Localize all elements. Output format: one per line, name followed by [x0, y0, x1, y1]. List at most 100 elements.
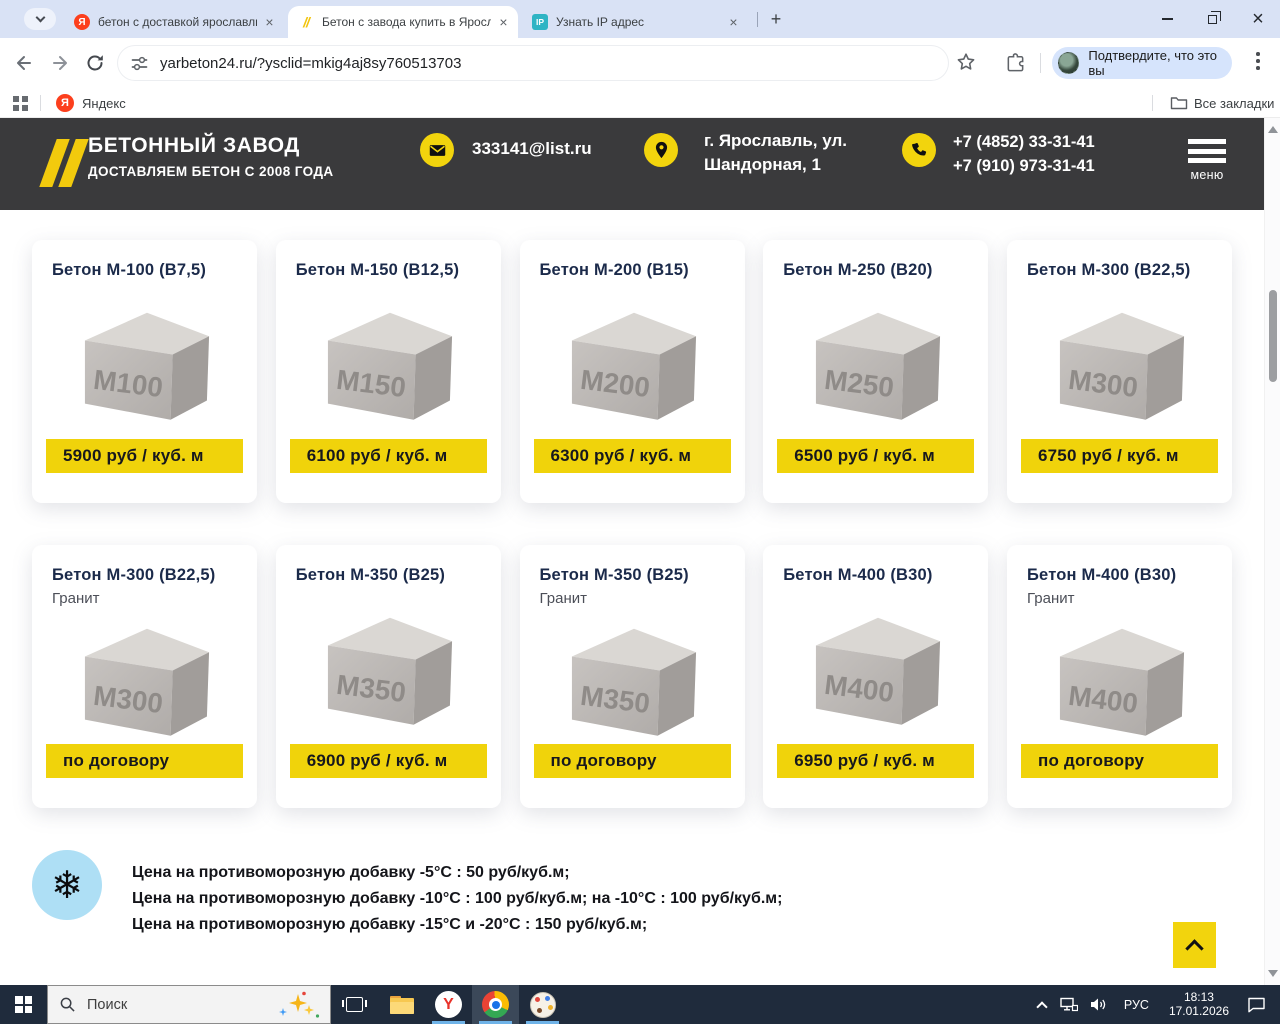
- product-title: Бетон М-400 (В30): [783, 566, 933, 584]
- product-card[interactable]: Бетон М-350 (В25) Гранит М350 по договору: [519, 545, 745, 808]
- system-tray: РУС 18:13 17.01.2026: [1030, 985, 1280, 1024]
- product-card[interactable]: Бетон М-100 (В7,5) М100 5900 руб / куб. м: [32, 240, 257, 503]
- location-pin-icon: [644, 133, 678, 167]
- extensions-puzzle-icon[interactable]: [1005, 52, 1026, 73]
- start-button[interactable]: [0, 985, 47, 1024]
- tab-search-button[interactable]: [24, 8, 56, 30]
- chrome-button[interactable]: [472, 985, 519, 1024]
- folder-icon: [1170, 97, 1188, 110]
- price-tag: 6750 руб / куб. м: [1021, 439, 1218, 473]
- product-card[interactable]: Бетон М-150 (В12,5) М150 6100 руб / куб. м: [275, 240, 501, 503]
- scrollbar-thumb[interactable]: [1269, 290, 1277, 382]
- note-line: Цена на противоморозную добавку -10°С : …: [132, 890, 783, 907]
- product-card[interactable]: Бетон М-350 (В25) М350 6900 руб / куб. м: [275, 545, 501, 808]
- network-icon: [1060, 997, 1078, 1012]
- window-minimize-button[interactable]: [1145, 0, 1189, 38]
- scrollbar-down-arrow[interactable]: [1268, 970, 1278, 977]
- phone-number-1[interactable]: +7 (4852) 33-31-41: [953, 130, 1095, 154]
- email-icon: [420, 133, 454, 167]
- task-view-icon: [342, 997, 367, 1012]
- bookmarks-divider: [1152, 95, 1153, 111]
- language-indicator[interactable]: РУС: [1114, 985, 1159, 1024]
- tab-title: Узнать IP адрес: [556, 15, 645, 29]
- tab-close-icon[interactable]: ×: [725, 14, 742, 31]
- paint-button[interactable]: [519, 985, 566, 1024]
- product-card[interactable]: Бетон М-300 (В22,5) Гранит М300 по договору: [32, 545, 257, 808]
- new-tab-button[interactable]: +: [764, 8, 788, 32]
- product-title: Бетон М-100 (В7,5): [52, 261, 207, 279]
- site-settings-icon[interactable]: [131, 55, 148, 72]
- profile-avatar: [1058, 52, 1080, 74]
- action-center-button[interactable]: [1239, 985, 1280, 1024]
- tray-date: 17.01.2026: [1168, 1003, 1229, 1018]
- hamburger-menu-button[interactable]: меню: [1188, 139, 1226, 182]
- bookmark-yandex[interactable]: Яндекс: [82, 96, 126, 111]
- browser-tab-2-active[interactable]: // Бетон с завода купить в Яросл ×: [288, 6, 518, 38]
- header-address: г. Ярославль, ул. Шандорная, 1: [704, 129, 847, 177]
- back-icon[interactable]: [14, 53, 34, 73]
- scroll-to-top-button[interactable]: [1173, 922, 1216, 968]
- window-close-button[interactable]: ×: [1236, 0, 1280, 38]
- url-text[interactable]: yarbeton24.ru/?ysclid=mkig4aj8sy76051370…: [160, 55, 461, 72]
- apps-grid-icon[interactable]: [13, 96, 28, 111]
- tab-title: Бетон с завода купить в Яросл: [322, 15, 491, 29]
- product-title: Бетон М-150 (В12,5): [295, 261, 460, 279]
- all-bookmarks-button[interactable]: Все закладки: [1194, 96, 1274, 111]
- product-card[interactable]: Бетон М-200 (В15) М200 6300 руб / куб. м: [519, 240, 745, 503]
- tab-close-icon[interactable]: ×: [261, 14, 278, 31]
- task-view-button[interactable]: [331, 985, 378, 1024]
- file-explorer-button[interactable]: [378, 985, 425, 1024]
- tab-title: бетон с доставкой ярославль: [98, 15, 257, 29]
- windows-logo-icon: [15, 996, 32, 1013]
- price-tag: 5900 руб / куб. м: [46, 439, 243, 473]
- network-tray-button[interactable]: [1054, 985, 1084, 1024]
- product-title: Бетон М-350 (В25): [295, 566, 446, 584]
- product-card[interactable]: Бетон М-300 (В22,5) М300 6750 руб / куб. м: [1007, 240, 1232, 503]
- browser-tab-3[interactable]: IP Узнать IP адрес ×: [522, 6, 748, 38]
- product-title: Бетон М-200 (В15): [539, 261, 689, 279]
- clock[interactable]: 18:13 17.01.2026: [1159, 985, 1239, 1024]
- phone-number-2[interactable]: +7 (910) 973-31-41: [953, 154, 1095, 178]
- product-card[interactable]: Бетон М-250 (В20) М250 6500 руб / куб. м: [763, 240, 989, 503]
- products-row-1: Бетон М-100 (В7,5) М100 5900 руб / куб. мБ…: [32, 240, 1232, 503]
- note-lines: Цена на противоморозную добавку -5°С : 5…: [132, 850, 782, 938]
- notification-icon: [1248, 997, 1265, 1012]
- bookmarks-bar: Я Яндекс Все закладки: [0, 88, 1280, 118]
- product-card[interactable]: Бетон М-400 (В30) Гранит М400 по договору: [1007, 545, 1232, 808]
- volume-tray-button[interactable]: [1084, 985, 1114, 1024]
- address-bar[interactable]: yarbeton24.ru/?ysclid=mkig4aj8sy76051370…: [118, 46, 948, 80]
- bookmark-star-icon[interactable]: [956, 52, 976, 72]
- identity-confirm-button[interactable]: Подтвердите, что это вы: [1052, 47, 1232, 79]
- price-tag: по договору: [1021, 744, 1218, 778]
- page-content: Бетон М-100 (В7,5) М100 5900 руб / куб. мБ…: [0, 210, 1264, 985]
- product-card[interactable]: Бетон М-400 (В30) М400 6950 руб / куб. м: [763, 545, 989, 808]
- yandex-bookmark-icon: Я: [56, 94, 74, 112]
- price-tag: 6300 руб / куб. м: [533, 439, 731, 473]
- chrome-icon: [482, 991, 509, 1018]
- price-tag: 6900 руб / куб. м: [289, 744, 487, 778]
- taskbar-search-box[interactable]: Поиск: [47, 985, 331, 1024]
- note-line: Цена на противоморозную добавку -5°С : 5…: [132, 864, 570, 881]
- yandex-favicon: Я: [74, 14, 90, 30]
- price-tag: 6100 руб / куб. м: [289, 439, 487, 473]
- tab-close-icon[interactable]: ×: [495, 14, 512, 31]
- scrollbar-up-arrow[interactable]: [1268, 126, 1278, 133]
- beton-site-favicon: //: [303, 14, 310, 30]
- yandex-browser-button[interactable]: Y: [425, 985, 472, 1024]
- page-scrollbar[interactable]: [1264, 118, 1280, 985]
- reload-icon[interactable]: [85, 53, 105, 73]
- browser-tab-1[interactable]: Я бетон с доставкой ярославль ×: [64, 6, 284, 38]
- tray-expand-button[interactable]: [1030, 985, 1054, 1024]
- phone-icon: [902, 133, 936, 167]
- header-email-link[interactable]: 333141@list.ru: [472, 139, 592, 159]
- ip-favicon: IP: [532, 14, 548, 30]
- search-icon: [60, 997, 75, 1012]
- screen: Я бетон с доставкой ярославль × // Бетон…: [0, 0, 1280, 1024]
- browser-tabstrip: Я бетон с доставкой ярославль × // Бетон…: [0, 0, 1280, 38]
- browser-menu-icon[interactable]: [1256, 52, 1260, 73]
- chevron-up-icon: [1185, 939, 1204, 958]
- window-restore-button[interactable]: [1190, 0, 1234, 38]
- product-title: Бетон М-300 (В22,5): [1027, 261, 1191, 279]
- price-tag: по договору: [46, 744, 243, 778]
- forward-icon[interactable]: [50, 53, 70, 73]
